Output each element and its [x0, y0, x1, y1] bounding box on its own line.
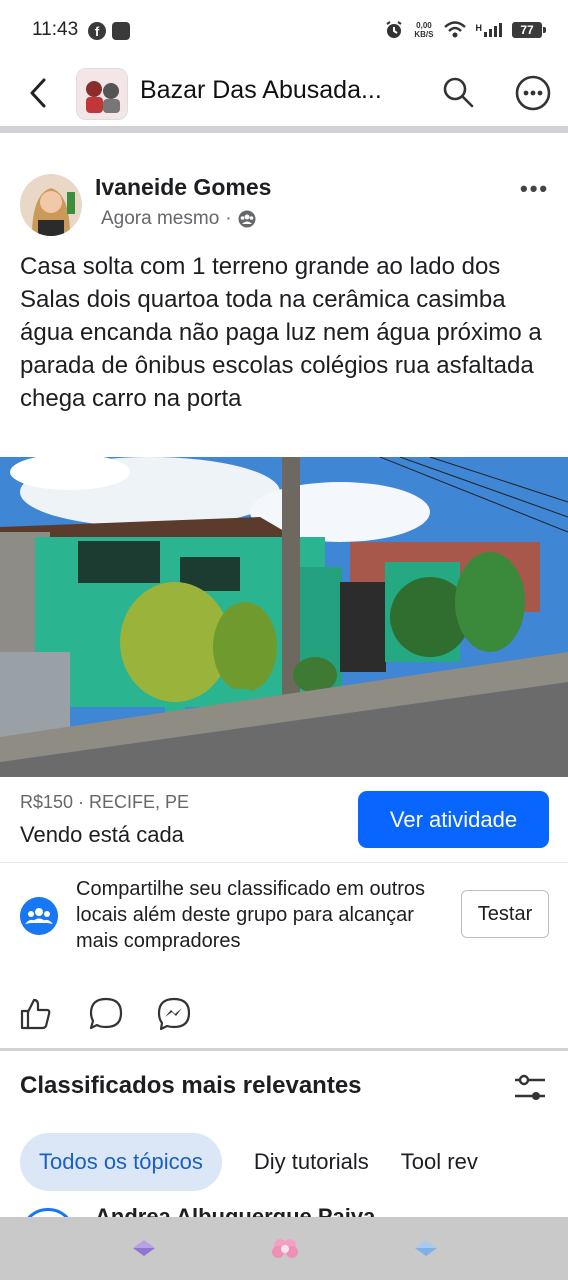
wifi-icon: [443, 21, 466, 38]
meta-separator: ·: [225, 208, 232, 229]
battery-icon: 77: [512, 22, 546, 38]
system-nav-bar: [0, 1217, 568, 1280]
group-share-icon: [20, 897, 58, 935]
share-prompt-text: Compartilhe seu classificado em outros l…: [76, 878, 426, 952]
messenger-icon[interactable]: [156, 996, 192, 1032]
author-name[interactable]: Ivaneide Gomes: [95, 174, 271, 201]
network-speed: 0,00 KB/S: [414, 21, 434, 39]
group-title[interactable]: Bazar Das Abusada...: [140, 76, 382, 105]
listing-photo[interactable]: [0, 457, 568, 777]
nav-home-icon[interactable]: [270, 1237, 300, 1259]
comment-icon[interactable]: [88, 996, 124, 1032]
chip-diy-tutorials[interactable]: Diy tutorials: [254, 1133, 369, 1191]
listing-title: Vendo está cada: [20, 822, 184, 847]
back-arrow-icon[interactable]: [24, 76, 56, 110]
topic-chips: Todos os tópicos Diy tutorials Tool rev: [20, 1133, 478, 1191]
chip-all-topics[interactable]: Todos os tópicos: [20, 1133, 222, 1191]
section-divider: [0, 126, 568, 133]
post-timestamp: Agora mesmo: [101, 208, 220, 229]
status-bar: 11:43 f 0,00 KB/S H 77: [0, 0, 568, 62]
post-body: Casa solta com 1 terreno grande ao lado …: [20, 253, 542, 412]
chip-tool-reviews[interactable]: Tool rev: [401, 1133, 478, 1191]
post-options-icon[interactable]: •••: [520, 176, 549, 202]
filter-icon[interactable]: [512, 1072, 548, 1104]
search-icon[interactable]: [440, 74, 476, 110]
section-divider: [0, 1048, 568, 1051]
divider: [0, 862, 568, 863]
nav-back-icon[interactable]: [130, 1237, 158, 1259]
like-icon[interactable]: [18, 996, 54, 1032]
nav-recents-icon[interactable]: [412, 1237, 440, 1259]
post-meta: Agora mesmo ·: [101, 208, 256, 230]
status-time: 11:43: [32, 19, 79, 40]
more-options-icon[interactable]: [514, 74, 552, 112]
signal-icon: H: [476, 23, 502, 37]
section-title: Classificados mais relevantes: [20, 1072, 362, 1099]
app-notification-icon: [112, 22, 130, 40]
author-avatar[interactable]: [20, 174, 82, 236]
alarm-icon: [386, 21, 402, 38]
view-activity-button[interactable]: Ver atividade: [358, 791, 549, 848]
price-location: R$150 · RECIFE, PE: [20, 792, 190, 812]
try-button[interactable]: Testar: [461, 890, 549, 938]
group-privacy-icon: [238, 210, 256, 228]
facebook-notification-icon: f: [88, 22, 106, 40]
group-avatar[interactable]: [76, 68, 128, 120]
